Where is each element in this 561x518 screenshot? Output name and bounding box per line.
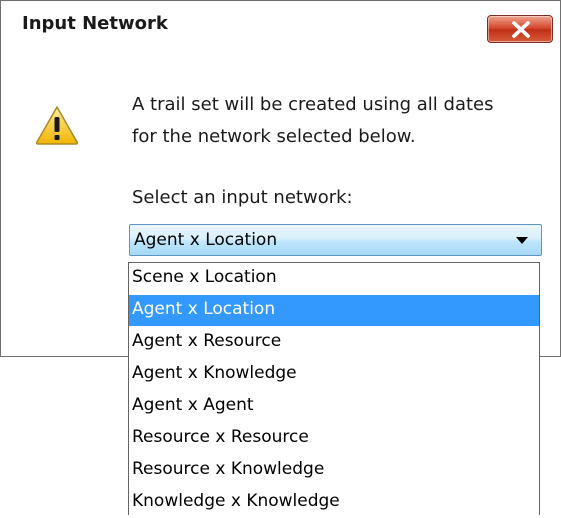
dropdown-option-agent-resource[interactable]: Agent x Resource	[129, 327, 539, 358]
input-network-combobox[interactable]: Agent x Location	[129, 224, 542, 256]
network-dropdown-list: Scene x Location Agent x Location Agent …	[128, 262, 540, 515]
combobox-selected-value: Agent x Location	[134, 230, 278, 250]
close-button[interactable]	[487, 15, 553, 43]
select-network-label: Select an input network:	[132, 187, 353, 208]
dropdown-option-resource-resource[interactable]: Resource x Resource	[129, 423, 539, 454]
dropdown-option-knowledge-knowledge[interactable]: Knowledge x Knowledge	[129, 487, 539, 518]
warning-icon	[35, 106, 79, 145]
dropdown-option-resource-knowledge[interactable]: Resource x Knowledge	[129, 455, 539, 486]
dialog-title: Input Network	[22, 13, 168, 34]
dropdown-option-agent-knowledge[interactable]: Agent x Knowledge	[129, 359, 539, 390]
chevron-down-icon	[516, 237, 528, 244]
title-bar: Input Network	[1, 1, 560, 47]
dialog-message: A trail set will be created using all da…	[132, 89, 552, 153]
dropdown-option-scene-location[interactable]: Scene x Location	[129, 263, 539, 294]
message-line-2: for the network selected below.	[132, 126, 416, 147]
dropdown-option-agent-agent[interactable]: Agent x Agent	[129, 391, 539, 422]
message-line-1: A trail set will be created using all da…	[132, 94, 494, 115]
close-x-icon	[512, 21, 530, 38]
dropdown-option-agent-location[interactable]: Agent x Location	[129, 295, 539, 326]
